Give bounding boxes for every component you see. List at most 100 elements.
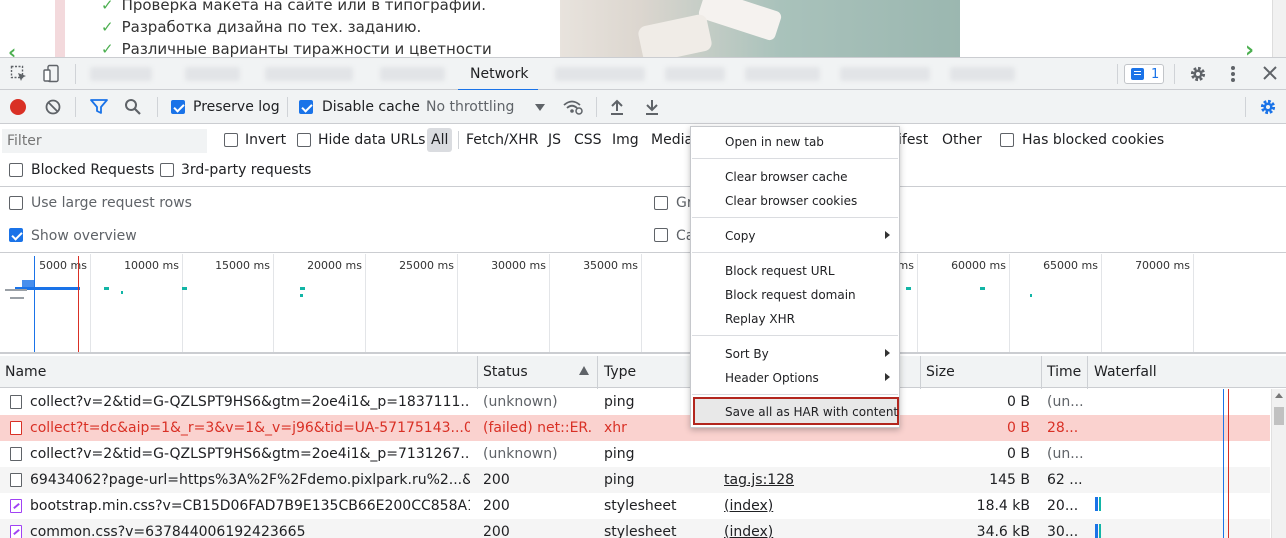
filter-type-manifest[interactable]: ifest (898, 132, 928, 148)
disable-cache-checkbox[interactable] (299, 100, 313, 114)
submenu-arrow-icon (885, 349, 890, 357)
table-row[interactable]: 69434062?page-url=https%3A%2F%2Fdemo.pix… (0, 467, 1270, 493)
menu-clear-cache[interactable]: Clear browser cache (725, 170, 848, 184)
timeline-tick-label: 10000 ms (124, 259, 179, 272)
throttling-select[interactable]: No throttling (426, 99, 514, 115)
scrollbar-thumb[interactable] (1274, 407, 1284, 425)
waterfall-bar (1099, 524, 1101, 538)
blurred-tab[interactable] (840, 67, 930, 81)
blurred-tab[interactable] (665, 67, 725, 81)
cell-name: collect?v=2&tid=G-QZLSPT9HS6&gtm=2oe4i1&… (30, 394, 470, 410)
show-overview-checkbox[interactable] (9, 228, 23, 242)
timeline-gridline (917, 254, 918, 352)
filter-type-img[interactable]: Img (612, 132, 639, 148)
cell-initiator[interactable]: tag.js:128 (724, 472, 914, 488)
show-overview-label: Show overview (31, 228, 137, 244)
table-row[interactable]: common.css?v=637844006192423665 200 styles… (0, 519, 1270, 538)
cell-status: 200 (483, 498, 510, 514)
more-options-icon[interactable] (1228, 65, 1238, 85)
group-by-frame-checkbox[interactable] (654, 196, 668, 210)
export-har-icon[interactable] (644, 98, 660, 116)
table-row[interactable]: collect?t=dc&aip=1&_r=3&v=1&_v=j96&tid=U… (0, 415, 1270, 441)
cell-status: (unknown) (483, 394, 558, 410)
col-waterfall-header[interactable]: Waterfall (1094, 364, 1157, 380)
issues-badge[interactable]: 1 (1124, 64, 1164, 84)
large-rows-checkbox[interactable] (9, 196, 23, 210)
timeline-dot (182, 287, 187, 290)
third-party-checkbox[interactable] (160, 163, 174, 177)
col-name-header[interactable]: Name (5, 364, 46, 380)
capture-screenshots-checkbox[interactable] (654, 228, 668, 242)
timeline-tick-label: 60000 ms (951, 259, 1006, 272)
menu-block-domain[interactable]: Block request domain (725, 288, 856, 302)
filter-type-all[interactable]: All (427, 128, 453, 152)
menu-block-url[interactable]: Block request URL (725, 264, 835, 278)
chevron-down-icon[interactable] (535, 104, 545, 111)
col-type-header[interactable]: Type (604, 364, 636, 380)
cell-type: stylesheet (604, 498, 677, 514)
table-scrollbar[interactable] (1271, 389, 1286, 538)
table-row[interactable]: bootstrap.min.css?v=CB15D06FAD7B9E135CB6… (0, 493, 1270, 519)
filter-icon[interactable] (90, 99, 108, 115)
col-size-header[interactable]: Size (926, 364, 955, 380)
blurred-tab[interactable] (185, 67, 240, 81)
blurred-tab[interactable] (950, 67, 1015, 81)
search-icon[interactable] (124, 98, 142, 116)
filter-type-js[interactable]: JS (548, 132, 561, 148)
settings-pane: Use large request rows Show overview Gr … (0, 188, 1286, 253)
blocked-requests-checkbox[interactable] (9, 163, 23, 177)
gear-icon[interactable] (1188, 64, 1208, 84)
filter-type-media[interactable]: Media (651, 132, 693, 148)
invert-checkbox[interactable] (224, 133, 238, 147)
page-line-2: Разработка дизайна по тех. заданию. (121, 18, 422, 36)
hide-data-urls-checkbox[interactable] (297, 133, 311, 147)
close-icon[interactable] (1262, 65, 1278, 81)
network-conditions-icon[interactable] (562, 98, 584, 116)
timeline-tick-label: 25000 ms (399, 259, 454, 272)
filter-type-css[interactable]: CSS (574, 132, 602, 148)
import-har-icon[interactable] (609, 98, 625, 116)
menu-open-new-tab[interactable]: Open in new tab (725, 135, 824, 149)
clear-icon[interactable] (45, 99, 61, 115)
filter-type-other[interactable]: Other (942, 132, 982, 148)
preserve-log-checkbox[interactable] (171, 100, 185, 114)
blurred-tab[interactable] (90, 67, 152, 81)
cell-initiator[interactable]: (index) (724, 524, 914, 538)
tab-network[interactable]: Network (458, 58, 538, 91)
has-blocked-cookies-checkbox[interactable] (1000, 133, 1014, 147)
col-time-header[interactable]: Time (1047, 364, 1081, 380)
stylesheet-file-icon (10, 525, 22, 538)
filter-bar: Invert Hide data URLs All Fetch/XHR JS C… (0, 125, 1286, 187)
col-status-header[interactable]: Status (483, 364, 528, 380)
blurred-tab[interactable] (265, 67, 353, 81)
cell-size: 34.6 kB (976, 524, 1030, 538)
menu-clear-cookies[interactable]: Clear browser cookies (725, 194, 857, 208)
timeline-gridline (641, 254, 642, 352)
document-file-icon (10, 447, 22, 461)
cell-initiator[interactable]: (index) (724, 498, 914, 514)
table-row[interactable]: collect?v=2&tid=G-QZLSPT9HS6&gtm=2oe4i1&… (0, 441, 1270, 467)
menu-replay-xhr[interactable]: Replay XHR (725, 312, 795, 326)
message-icon (1131, 68, 1144, 80)
device-toggle-icon[interactable] (42, 64, 62, 84)
menu-save-har-highlight[interactable]: Save all as HAR with content (693, 397, 899, 425)
blurred-tab[interactable] (745, 67, 820, 81)
inspect-element-icon[interactable] (10, 65, 28, 83)
page-line-1: Проверка макета на сайте или в типографи… (121, 0, 486, 14)
page-scrollbar[interactable] (1272, 0, 1286, 57)
devtools-tabbar: Network 1 (0, 57, 1286, 91)
filter-input[interactable] (2, 129, 207, 153)
record-button[interactable] (10, 99, 26, 115)
menu-header-options[interactable]: Header Options (725, 371, 819, 385)
network-settings-gear-icon[interactable] (1258, 97, 1278, 117)
third-party-label: 3rd-party requests (181, 162, 312, 178)
has-blocked-cookies-label: Has blocked cookies (1022, 132, 1165, 148)
scroll-up-icon[interactable] (1275, 393, 1283, 398)
table-row[interactable]: collect?v=2&tid=G-QZLSPT9HS6&gtm=2oe4i1&… (0, 389, 1270, 415)
filter-type-fetch-xhr[interactable]: Fetch/XHR (466, 132, 539, 148)
blurred-tab[interactable] (555, 67, 645, 81)
blurred-tab[interactable] (380, 67, 445, 81)
cell-size: 18.4 kB (976, 498, 1030, 514)
menu-copy[interactable]: Copy (725, 229, 755, 243)
menu-sort-by[interactable]: Sort By (725, 347, 769, 361)
